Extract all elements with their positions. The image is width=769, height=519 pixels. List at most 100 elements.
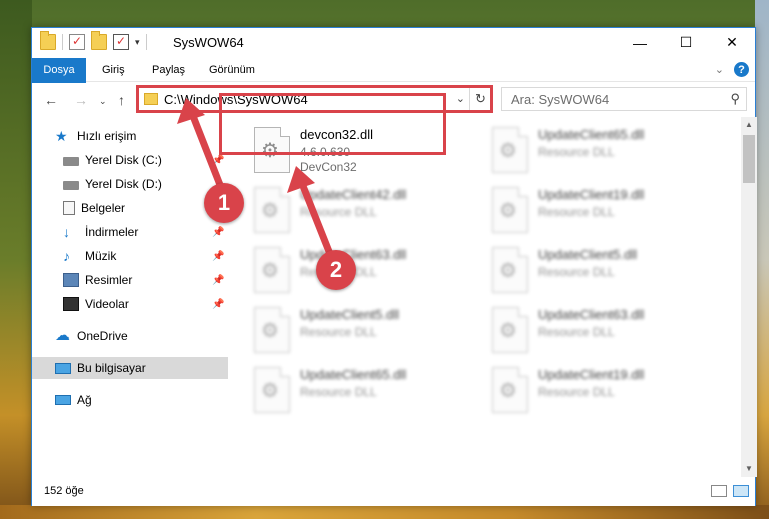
pin-icon: 📌 — [212, 226, 225, 238]
file-item[interactable]: UpdateClient65.dll Resource DLL — [248, 363, 478, 417]
file-item[interactable]: UpdateClient42.dll Resource DLL — [248, 183, 478, 237]
file-name: UpdateClient19.dll — [538, 367, 645, 382]
step-badge-1: 1 — [204, 183, 244, 223]
network-icon — [55, 395, 71, 405]
file-name: UpdateClient65.dll — [300, 367, 407, 382]
new-folder-icon[interactable] — [91, 31, 107, 50]
file-item[interactable]: UpdateClient63.dll Resource DLL — [248, 243, 478, 297]
navigation-pane: ★ Hızlı erişim Yerel Disk (C:) 📌 Yerel D… — [32, 117, 228, 477]
scroll-down-icon[interactable]: ▼ — [741, 461, 757, 477]
customize-dropdown-icon[interactable]: ▾ — [135, 37, 140, 48]
disk-icon — [63, 157, 79, 166]
nav-item-quick-access[interactable]: ★ Hızlı erişim — [32, 125, 228, 147]
star-icon: ★ — [55, 128, 68, 144]
nav-item-this-pc[interactable]: Bu bilgisayar — [32, 357, 228, 379]
properties-icon[interactable] — [69, 34, 85, 50]
file-type: Resource DLL — [300, 385, 377, 399]
file-name: UpdateClient65.dll — [538, 127, 645, 142]
desktop-background-right — [755, 0, 769, 519]
dll-file-icon — [254, 307, 290, 353]
recent-locations-icon[interactable]: ⌄ — [99, 96, 107, 107]
nav-item-pictures[interactable]: Resimler 📌 — [32, 269, 228, 291]
search-icon[interactable]: ⚲ — [730, 91, 740, 107]
nav-item-label: Videolar — [85, 297, 129, 311]
file-item[interactable]: UpdateClient5.dll Resource DLL — [486, 243, 716, 297]
view-options-icon[interactable] — [113, 34, 129, 50]
file-name: UpdateClient63.dll — [538, 307, 645, 322]
highlight-file-box — [219, 93, 446, 155]
nav-item-onedrive[interactable]: ☁ OneDrive — [32, 325, 228, 347]
file-item[interactable]: UpdateClient19.dll Resource DLL — [486, 183, 716, 237]
search-placeholder: Ara: SysWOW64 — [511, 92, 610, 107]
file-type: Resource DLL — [538, 325, 615, 339]
nav-item-label: OneDrive — [77, 329, 128, 343]
nav-item-downloads[interactable]: ↓ İndirmeler 📌 — [32, 221, 228, 243]
nav-item-label: Belgeler — [81, 201, 126, 215]
pin-icon: 📌 — [212, 274, 225, 286]
file-item[interactable]: UpdateClient65.dll Resource DLL — [486, 123, 716, 177]
music-icon: ♪ — [63, 248, 70, 264]
nav-item-label: Resimler — [85, 273, 133, 287]
file-item[interactable]: UpdateClient19.dll Resource DLL — [486, 363, 716, 417]
dll-file-icon — [254, 247, 290, 293]
back-arrow-icon[interactable]: ← — [44, 92, 58, 108]
file-type: Resource DLL — [300, 325, 377, 339]
minimize-button[interactable]: — — [617, 28, 663, 57]
file-list: devcon32.dll 4.6.0.630 DevCon32 UpdateCl… — [228, 117, 741, 477]
tab-home[interactable]: Giriş — [102, 58, 125, 82]
nav-item-local-disk-c[interactable]: Yerel Disk (C:) 📌 — [32, 149, 228, 171]
nav-item-music[interactable]: ♪ Müzik 📌 — [32, 245, 228, 267]
scroll-up-icon[interactable]: ▲ — [741, 117, 757, 133]
cloud-icon: ☁ — [55, 327, 70, 344]
pin-icon: 📌 — [212, 250, 225, 262]
tab-view[interactable]: Görünüm — [209, 58, 255, 82]
dll-file-icon — [254, 187, 290, 233]
step-badge-2: 2 — [316, 250, 356, 290]
scroll-thumb[interactable] — [743, 135, 755, 183]
file-item[interactable]: UpdateClient5.dll Resource DLL — [248, 303, 478, 357]
nav-item-network[interactable]: Ağ — [32, 389, 228, 411]
ribbon-right-controls: ⌄ ? — [715, 62, 749, 77]
quick-access-toolbar: ▾ — [40, 31, 147, 50]
up-arrow-icon[interactable]: ↑ — [118, 92, 125, 108]
file-type: Resource DLL — [300, 205, 377, 219]
nav-item-label: Müzik — [85, 249, 117, 263]
file-item[interactable]: UpdateClient63.dll Resource DLL — [486, 303, 716, 357]
maximize-button[interactable]: ☐ — [663, 28, 709, 57]
dll-file-icon — [492, 187, 528, 233]
file-type: Resource DLL — [538, 385, 615, 399]
pictures-icon — [63, 273, 79, 287]
item-count: 152 öğe — [44, 485, 84, 497]
file-name: UpdateClient19.dll — [538, 187, 645, 202]
help-icon[interactable]: ? — [734, 62, 749, 77]
nav-item-label: Bu bilgisayar — [77, 361, 146, 375]
expand-ribbon-icon[interactable]: ⌄ — [715, 63, 724, 76]
dll-file-icon — [492, 127, 528, 173]
window-title: SysWOW64 — [173, 35, 244, 50]
file-name: UpdateClient5.dll — [538, 247, 638, 262]
desktop-background-bottom — [0, 505, 769, 519]
desktop-background-left — [0, 0, 32, 519]
dll-file-icon — [492, 367, 528, 413]
separator — [62, 34, 63, 50]
vertical-scrollbar[interactable]: ▲ ▼ — [741, 117, 757, 477]
nav-item-documents[interactable]: Belgeler — [32, 197, 228, 219]
search-input[interactable]: Ara: SysWOW64 ⚲ — [501, 87, 747, 111]
tab-share[interactable]: Paylaş — [152, 58, 185, 82]
title-bar: ▾ SysWOW64 — ☐ ✕ — [32, 28, 755, 58]
folder-icon — [40, 31, 56, 50]
close-button[interactable]: ✕ — [709, 28, 755, 57]
nav-item-label: Yerel Disk (D:) — [85, 177, 162, 191]
ribbon-tabs: Dosya Giriş Paylaş Görünüm ⌄ ? — [32, 58, 755, 112]
nav-item-label: İndirmeler — [85, 225, 139, 239]
file-type: Resource DLL — [538, 205, 615, 219]
separator — [145, 34, 147, 50]
disk-icon — [63, 181, 79, 190]
tiles-view-icon[interactable] — [733, 485, 749, 497]
nav-item-videos[interactable]: Videolar 📌 — [32, 293, 228, 315]
download-icon: ↓ — [63, 224, 70, 240]
dll-file-icon — [492, 307, 528, 353]
forward-arrow-icon[interactable]: → — [74, 92, 88, 108]
nav-item-local-disk-d[interactable]: Yerel Disk (D:) — [32, 173, 228, 195]
details-view-icon[interactable] — [711, 485, 727, 497]
